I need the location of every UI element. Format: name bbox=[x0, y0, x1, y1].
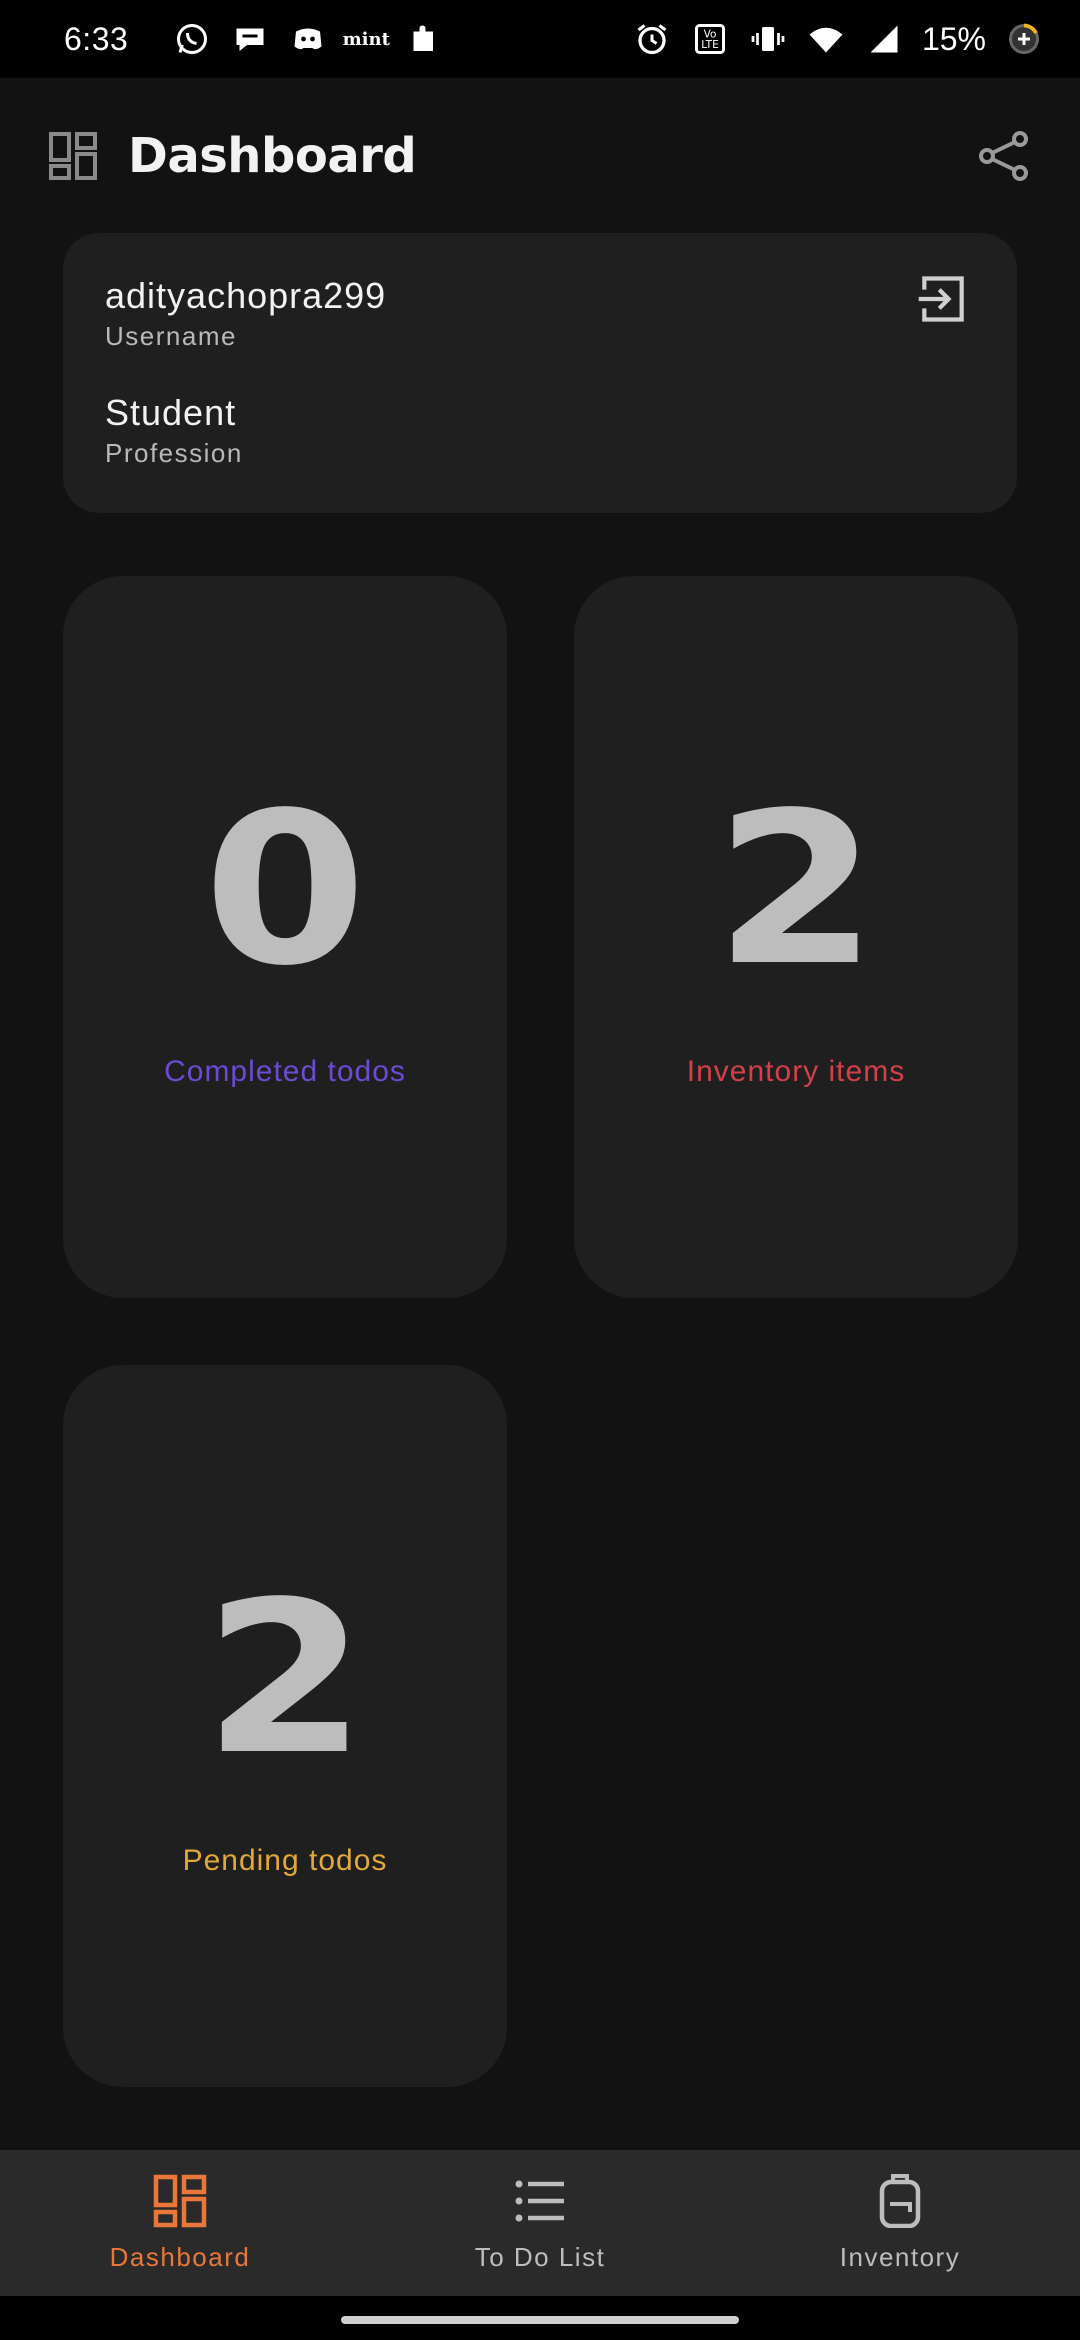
inventory-items-count: 2 bbox=[714, 767, 878, 1012]
puzzle-icon bbox=[404, 19, 444, 59]
discord-icon bbox=[288, 19, 328, 59]
username-value: adityachopra299 bbox=[105, 275, 387, 316]
screen: 6:33 mint Vo LTE 15% Dashboard adityacho… bbox=[0, 0, 1080, 2340]
signal-icon bbox=[864, 19, 904, 59]
profession-value: Student bbox=[105, 392, 237, 433]
svg-text:LTE: LTE bbox=[701, 39, 718, 51]
nav-label-todo-list: To Do List bbox=[474, 2241, 606, 2272]
status-bar: 6:33 mint Vo LTE 15% bbox=[0, 0, 1080, 78]
nav-item-inventory[interactable]: Inventory bbox=[720, 2150, 1080, 2296]
status-time: 6:33 bbox=[64, 20, 129, 57]
app-bar: Dashboard bbox=[0, 78, 1080, 234]
wifi-icon bbox=[806, 19, 846, 59]
message-icon bbox=[230, 19, 270, 59]
status-left: 6:33 mint bbox=[64, 19, 444, 59]
profession-block: Student Profession bbox=[105, 392, 975, 469]
status-right: Vo LTE 15% bbox=[632, 19, 1044, 59]
volte-icon: Vo LTE bbox=[690, 19, 730, 59]
whatsapp-icon bbox=[172, 19, 212, 59]
logout-button[interactable] bbox=[913, 269, 973, 329]
backpack-icon bbox=[879, 2173, 921, 2228]
inventory-items-card[interactable]: 2 Inventory items bbox=[574, 576, 1018, 1298]
home-gesture-bar[interactable] bbox=[341, 2316, 739, 2324]
completed-todos-label: Completed todos bbox=[164, 1055, 406, 1088]
pending-todos-label: Pending todos bbox=[182, 1844, 388, 1877]
battery-icon bbox=[1004, 19, 1044, 59]
profession-label: Profession bbox=[105, 438, 243, 468]
username-block: adityachopra299 Username bbox=[105, 275, 975, 352]
alarm-icon bbox=[632, 19, 672, 59]
pending-todos-count: 2 bbox=[203, 1556, 367, 1801]
pending-todos-card[interactable]: 2 Pending todos bbox=[63, 1365, 507, 2087]
share-icon bbox=[979, 131, 1028, 181]
profile-card: adityachopra299 Username Student Profess… bbox=[63, 233, 1017, 513]
mint-icon: mint bbox=[342, 28, 390, 50]
nav-item-todo-list[interactable]: To Do List bbox=[360, 2150, 720, 2296]
completed-todos-count: 0 bbox=[203, 767, 367, 1012]
nav-label-dashboard: Dashboard bbox=[109, 2241, 251, 2272]
nav-label-inventory: Inventory bbox=[839, 2241, 961, 2272]
completed-todos-card[interactable]: 0 Completed todos bbox=[63, 576, 507, 1298]
bottom-nav: Dashboard To Do List Inventory bbox=[0, 2150, 1080, 2296]
page-title: Dashboard bbox=[128, 128, 417, 184]
vibrate-icon bbox=[748, 19, 788, 59]
inventory-items-label: Inventory items bbox=[686, 1055, 906, 1088]
dashboard-icon bbox=[48, 131, 98, 181]
username-label: Username bbox=[105, 321, 237, 351]
battery-percent: 15% bbox=[921, 20, 986, 57]
dashboard-icon bbox=[153, 2174, 207, 2227]
list-icon bbox=[515, 2180, 564, 2221]
logout-icon bbox=[918, 276, 964, 322]
share-button[interactable] bbox=[976, 128, 1032, 184]
nav-item-dashboard[interactable]: Dashboard bbox=[0, 2150, 360, 2296]
